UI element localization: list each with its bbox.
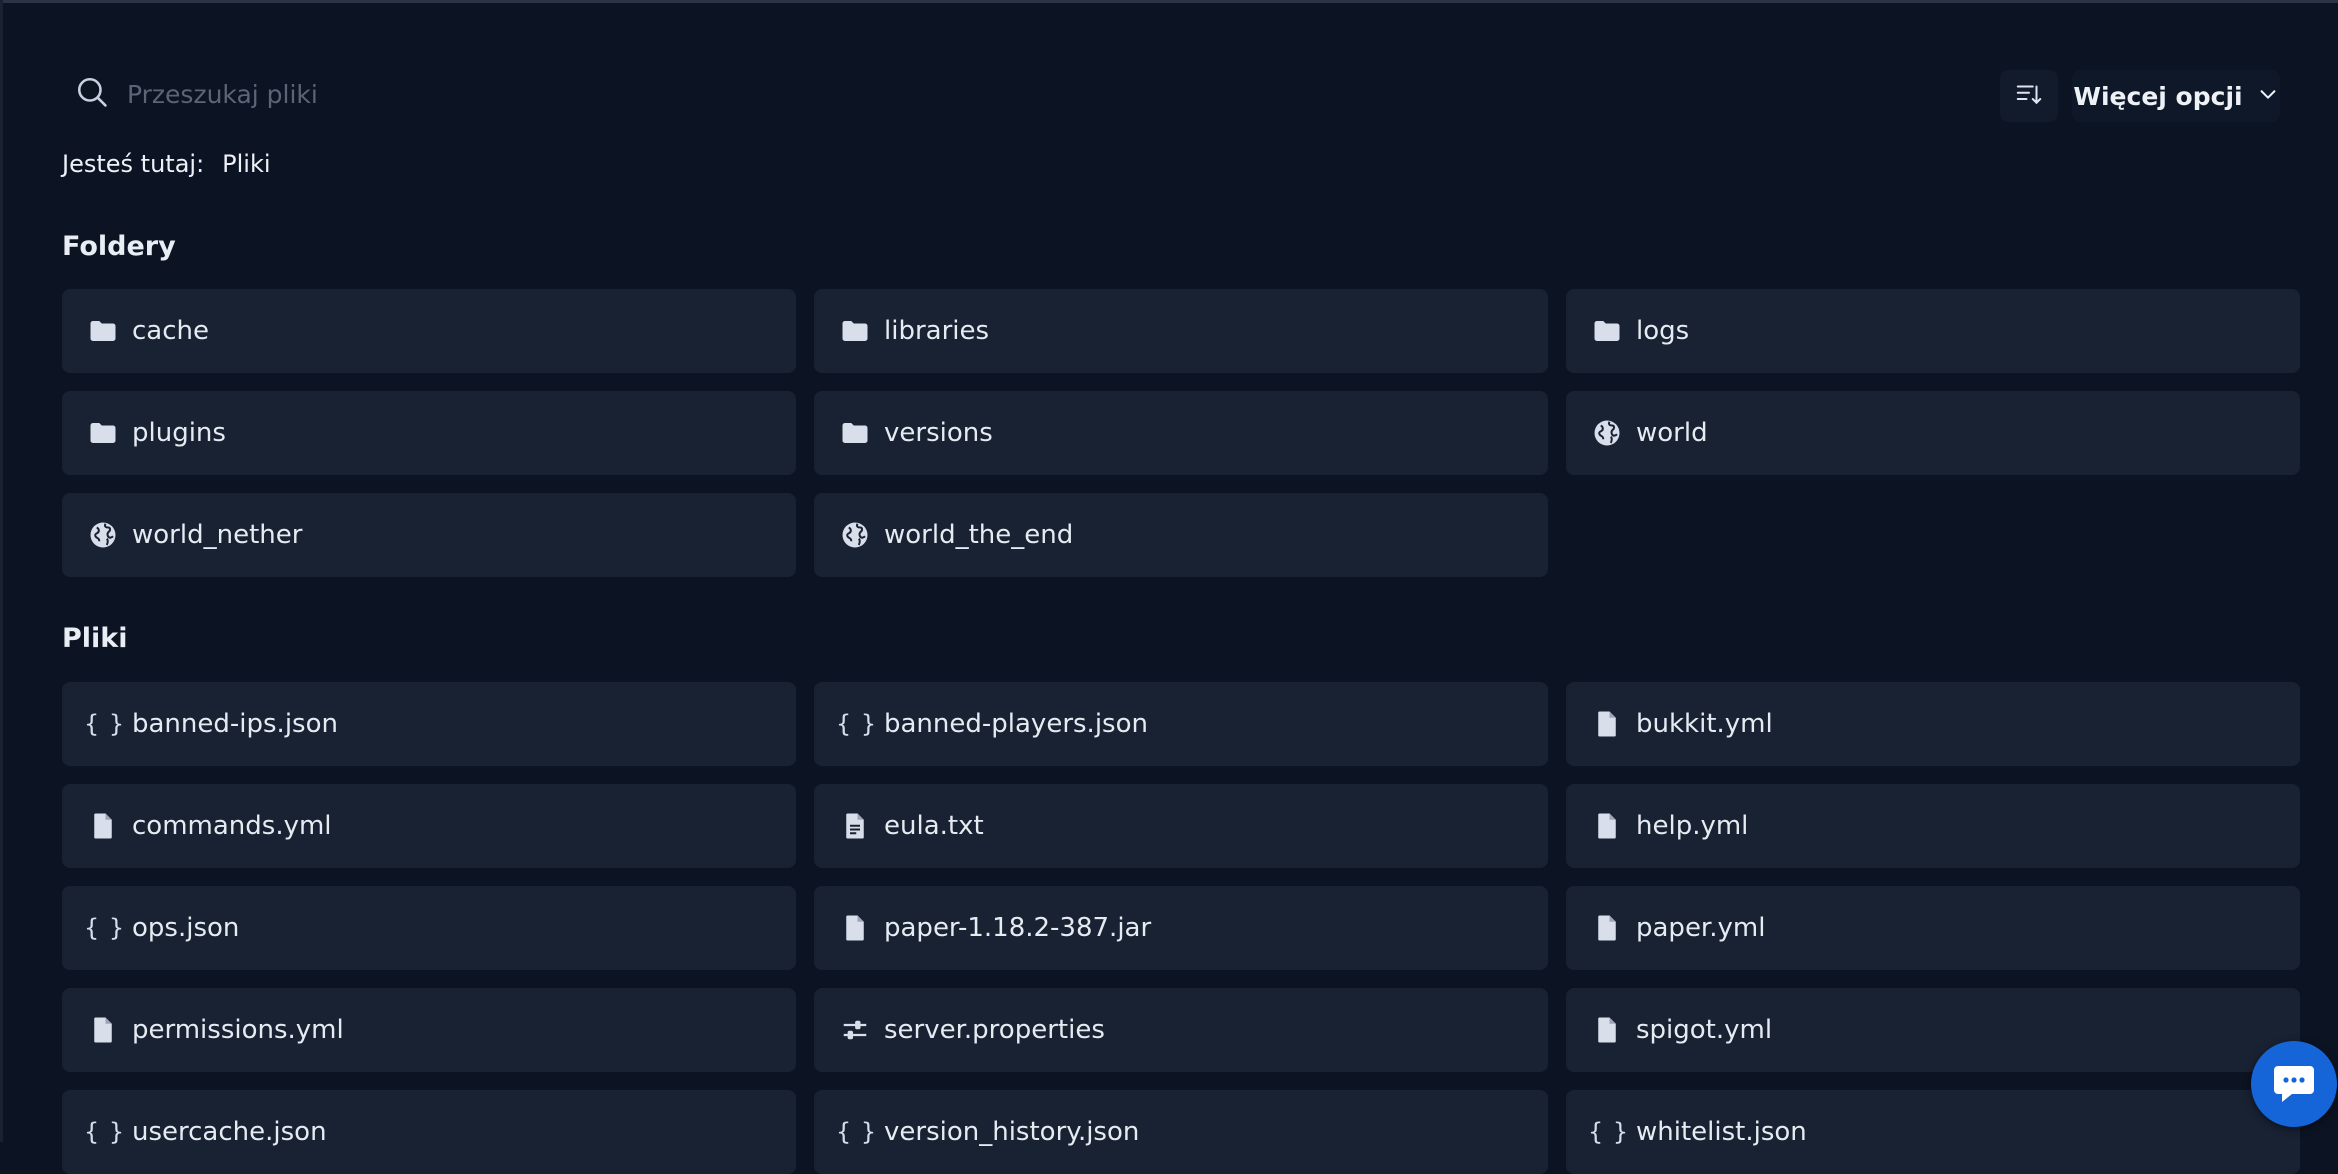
file-icon (1592, 913, 1622, 943)
sliders-icon (840, 1015, 870, 1045)
folders-section-title: Foldery (62, 231, 176, 262)
breadcrumb: Jesteś tutaj: Pliki (62, 150, 271, 178)
folder-name: libraries (884, 316, 990, 346)
braces-icon: { } (84, 710, 123, 738)
file-icon (88, 811, 118, 841)
file-card[interactable]: { } banned-players.json (814, 682, 1548, 766)
file-card[interactable]: eula.txt (814, 784, 1548, 868)
folder-card[interactable]: world (1566, 391, 2300, 475)
file-card[interactable]: help.yml (1566, 784, 2300, 868)
braces-icon: { } (1588, 1118, 1627, 1146)
file-card[interactable]: spigot.yml (1566, 988, 2300, 1072)
file-card[interactable]: bukkit.yml (1566, 682, 2300, 766)
search-icon (75, 75, 109, 113)
globe-icon (1592, 418, 1622, 448)
file-icon (88, 1015, 118, 1045)
file-name: permissions.yml (132, 1015, 344, 1045)
folder-card[interactable]: world_the_end (814, 493, 1548, 577)
file-name: banned-players.json (884, 709, 1148, 739)
globe-icon (840, 520, 870, 550)
file-card[interactable]: permissions.yml (62, 988, 796, 1072)
folder-name: logs (1636, 316, 1690, 346)
sort-button[interactable] (2000, 70, 2058, 122)
file-name: paper.yml (1636, 913, 1766, 943)
file-name: paper-1.18.2-387.jar (884, 913, 1152, 943)
braces-icon: { } (84, 914, 123, 942)
top-border (0, 0, 2338, 3)
file-card[interactable]: { } version_history.json (814, 1090, 1548, 1174)
search-input[interactable] (125, 78, 729, 110)
file-icon (1592, 1015, 1622, 1045)
text-file-icon (840, 811, 870, 841)
more-options-label: Więcej opcji (2073, 81, 2243, 111)
file-card[interactable]: commands.yml (62, 784, 796, 868)
file-card[interactable]: paper.yml (1566, 886, 2300, 970)
file-card[interactable]: { } banned-ips.json (62, 682, 796, 766)
folder-name: versions (884, 418, 993, 448)
file-icon (840, 913, 870, 943)
braces-icon: { } (836, 1118, 875, 1146)
sort-icon (2014, 79, 2044, 113)
breadcrumb-current[interactable]: Pliki (222, 150, 270, 178)
folders-grid: cache libraries logs plugins versions world wo… (62, 289, 2300, 577)
folder-card[interactable]: plugins (62, 391, 796, 475)
more-options-button[interactable]: Więcej opcji (2072, 70, 2280, 122)
file-card[interactable]: paper-1.18.2-387.jar (814, 886, 1548, 970)
file-name: banned-ips.json (132, 709, 338, 739)
folder-card[interactable]: cache (62, 289, 796, 373)
file-name: eula.txt (884, 811, 984, 841)
file-name: bukkit.yml (1636, 709, 1773, 739)
file-name: commands.yml (132, 811, 332, 841)
file-card[interactable]: { } ops.json (62, 886, 796, 970)
folder-name: world_nether (132, 520, 303, 550)
folder-name: world_the_end (884, 520, 1074, 550)
folder-card[interactable]: logs (1566, 289, 2300, 373)
chat-icon (2270, 1058, 2318, 1110)
file-card[interactable]: { } whitelist.json (1566, 1090, 2300, 1174)
file-name: server.properties (884, 1015, 1105, 1045)
file-name: ops.json (132, 913, 240, 943)
chevron-down-icon (2257, 82, 2279, 111)
file-icon (1592, 811, 1622, 841)
file-card[interactable]: { } usercache.json (62, 1090, 796, 1174)
braces-icon: { } (84, 1118, 123, 1146)
file-icon (1592, 709, 1622, 739)
file-name: whitelist.json (1636, 1117, 1807, 1147)
files-section-title: Pliki (62, 623, 128, 654)
folder-icon (88, 316, 118, 346)
folder-icon (1592, 316, 1622, 346)
file-name: version_history.json (884, 1117, 1140, 1147)
folder-name: cache (132, 316, 209, 346)
file-name: help.yml (1636, 811, 1749, 841)
folder-icon (840, 418, 870, 448)
folder-icon (88, 418, 118, 448)
folder-card[interactable]: libraries (814, 289, 1548, 373)
folder-card[interactable]: versions (814, 391, 1548, 475)
files-grid: { } banned-ips.json { } banned-players.json… (62, 682, 2300, 1174)
breadcrumb-prefix: Jesteś tutaj: (62, 150, 205, 178)
chat-button[interactable] (2251, 1041, 2337, 1127)
folder-card[interactable]: world_nether (62, 493, 796, 577)
folder-icon (840, 316, 870, 346)
file-card[interactable]: server.properties (814, 988, 1548, 1072)
search-bar[interactable] (75, 72, 775, 116)
file-name: spigot.yml (1636, 1015, 1773, 1045)
globe-icon (88, 520, 118, 550)
braces-icon: { } (836, 710, 875, 738)
left-border (0, 0, 3, 1142)
folder-name: plugins (132, 418, 226, 448)
folder-name: world (1636, 418, 1708, 448)
file-name: usercache.json (132, 1117, 327, 1147)
